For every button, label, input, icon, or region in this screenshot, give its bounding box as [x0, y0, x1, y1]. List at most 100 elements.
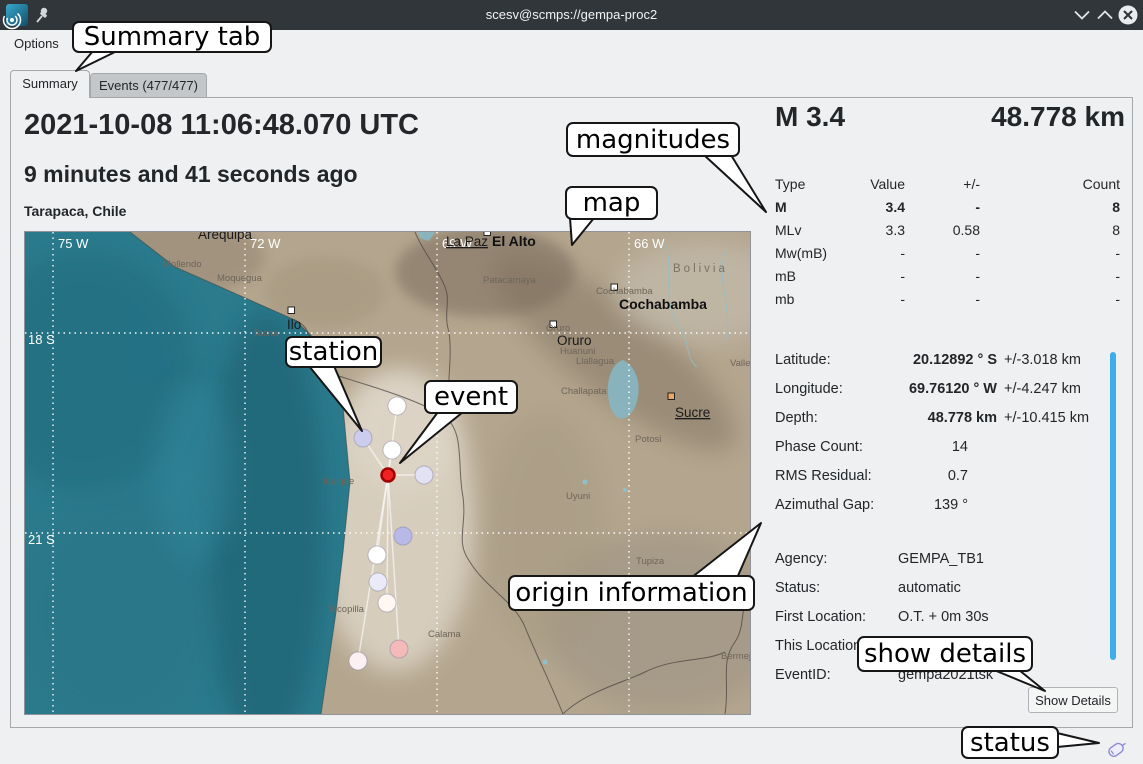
close-button[interactable] — [1119, 6, 1138, 25]
magnitude-type: mb — [775, 291, 860, 307]
event-marker[interactable] — [382, 469, 395, 482]
magnitude-row: Mw(mB)--- — [775, 241, 1120, 264]
magnitude-uncertainty: - — [905, 199, 980, 215]
origin-time: 2021-10-08 11:06:48.070 UTC — [24, 109, 419, 142]
origin-row: Latitude:20.12892 ° S+/-3.018 km — [775, 345, 1110, 374]
origin-value: 139 ° — [903, 497, 997, 513]
magnitude-value: 3.3 — [860, 222, 905, 238]
magnitude-value: - — [860, 268, 905, 284]
maximize-icon[interactable] — [1098, 12, 1112, 19]
origin-label: Latitude: — [775, 352, 903, 368]
scesv-window: scesv@scmps://gempa-proc2 — [0, 0, 1143, 764]
map-label-calama: Calama — [428, 629, 461, 640]
magnitude-type: M — [775, 199, 860, 215]
magnitude-type: mB — [775, 268, 860, 284]
pin-icon[interactable] — [37, 8, 47, 22]
magnitude-uncertainty: - — [905, 245, 980, 261]
column-header: Type — [775, 176, 860, 192]
menu-options[interactable]: Options — [14, 30, 59, 58]
origin-row: Depth:48.778 km+/-10.415 km — [775, 403, 1110, 432]
map-label-potosi: Potosi — [635, 434, 661, 445]
map-label-vallegrande: Vallegrande — [730, 358, 750, 369]
show-details-button[interactable]: Show Details — [1028, 687, 1118, 713]
map-label-iquique: Iquique — [323, 476, 354, 487]
map-label-challapata: Challapata — [561, 386, 607, 397]
map[interactable]: 75 W72 W69 W66 W18 S21 S ArequipaLa PazE… — [25, 232, 750, 714]
station-marker[interactable] — [394, 527, 412, 545]
station-marker[interactable] — [349, 652, 367, 670]
origin-row: Phase Count:14 — [775, 432, 1110, 461]
panel-scrollbar[interactable] — [1110, 352, 1116, 660]
magnitude-value: - — [860, 291, 905, 307]
magnitude-value: 3.4 — [860, 199, 905, 215]
origin-label: Depth: — [775, 410, 903, 426]
tab-summary[interactable]: Summary — [10, 70, 90, 98]
annotation-tail-status — [1057, 733, 1099, 747]
connection-status-icon[interactable] — [1102, 736, 1130, 760]
station-marker[interactable] — [354, 429, 372, 447]
graticule-label: 21 S — [28, 532, 55, 547]
station-marker[interactable] — [415, 466, 433, 484]
origin-label: Phase Count: — [775, 439, 903, 455]
app-icon — [0, 4, 28, 30]
magnitude-value: - — [860, 245, 905, 261]
map-label-llallagua: Llallagua — [576, 356, 615, 367]
annotation-station: station — [285, 336, 382, 368]
station-marker[interactable] — [390, 640, 408, 658]
station-marker[interactable] — [369, 573, 387, 591]
map-label-arequipa: Arequipa — [198, 232, 253, 242]
magnitude-row: M3.4-8 — [775, 195, 1120, 218]
magnitude-count: - — [980, 268, 1120, 284]
magnitude-count: - — [980, 291, 1120, 307]
annotation-magnitudes: magnitudes — [566, 122, 740, 157]
detail-label: First Location: — [775, 609, 898, 625]
detail-row: Status:automatic — [775, 573, 1120, 602]
origin-value: 69.76120 ° W — [903, 381, 997, 397]
origin-value: 48.778 km — [903, 410, 997, 426]
origin-row: Longitude:69.76120 ° W+/-4.247 km — [775, 374, 1110, 403]
column-header: +/- — [905, 176, 980, 192]
detail-row: First Location:O.T. + 0m 30s — [775, 602, 1120, 631]
magnitude-uncertainty: 0.58 — [905, 222, 980, 238]
annotation-map: map — [565, 186, 658, 220]
origin-uncertainty: +/-10.415 km — [997, 410, 1110, 426]
station-marker[interactable] — [383, 441, 401, 459]
region-name: Tarapaca, Chile — [24, 203, 126, 219]
annotation-event: event — [424, 380, 518, 414]
origin-uncertainty: +/-4.247 km — [997, 381, 1110, 397]
detail-value: O.T. + 0m 30s — [898, 609, 1120, 625]
city-marker — [668, 393, 675, 400]
magnitude-table-header: TypeValue+/-Count — [775, 172, 1120, 195]
magnitude-count: 8 — [980, 199, 1120, 215]
origin-value: 14 — [903, 439, 997, 455]
map-label-mollendo: Mollendo — [163, 259, 202, 270]
map-label-tocopilla: Tocopilla — [327, 604, 365, 615]
detail-label: Status: — [775, 580, 898, 596]
map-label-moquegua: Moquegua — [217, 273, 263, 284]
station-marker[interactable] — [388, 397, 406, 415]
magnitude-count: 8 — [980, 222, 1120, 238]
annotation-show-details: show details — [857, 636, 1033, 672]
column-header: Value — [860, 176, 905, 192]
preferred-magnitude: M 3.4 — [775, 101, 845, 133]
tab-events[interactable]: Events (477/477) — [90, 73, 207, 97]
origin-label: Azimuthal Gap: — [775, 497, 903, 513]
map-label-tacna: Tacna — [253, 328, 279, 339]
preferred-depth: 48.778 km — [991, 101, 1125, 133]
origin-label: Longitude: — [775, 381, 903, 397]
magnitude-row: MLv3.30.588 — [775, 218, 1120, 241]
graticule-label: 18 S — [28, 332, 55, 347]
map-label-bolivia: Bolivia — [673, 263, 728, 275]
map-label-el-alto: El Alto — [492, 233, 536, 249]
minimize-icon[interactable] — [1075, 12, 1089, 19]
magnitude-type: Mw(mB) — [775, 245, 860, 261]
detail-value: automatic — [898, 580, 1120, 596]
origin-row: Azimuthal Gap:139 ° — [775, 490, 1110, 519]
station-marker[interactable] — [368, 546, 386, 564]
graticule-label: 75 W — [58, 236, 89, 251]
station-marker[interactable] — [378, 594, 396, 612]
time-ago: 9 minutes and 41 seconds ago — [24, 161, 358, 188]
magnitude-uncertainty: - — [905, 268, 980, 284]
city-marker — [288, 307, 295, 314]
map-label-tupiza: Tupiza — [636, 556, 665, 567]
